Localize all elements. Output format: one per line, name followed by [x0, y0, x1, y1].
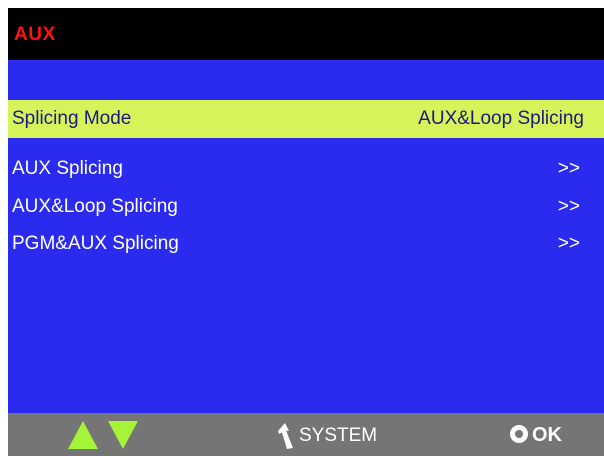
ok-circle-icon[interactable]	[510, 425, 528, 443]
menu-row-aux-loop-splicing[interactable]: AUX&Loop Splicing >>	[8, 188, 604, 226]
menu-row-label: Splicing Mode	[12, 108, 132, 129]
submenu-arrow-icon: >>	[557, 158, 580, 179]
submenu-arrow-icon: >>	[557, 233, 580, 254]
back-arrow-icon[interactable]	[276, 422, 296, 450]
page-title: AUX	[14, 24, 56, 45]
system-label[interactable]: SYSTEM	[299, 425, 377, 447]
menu-row-label: AUX&Loop Splicing	[12, 196, 178, 217]
submenu-arrow-icon: >>	[557, 196, 580, 217]
menu-row-value: AUX&Loop Splicing	[418, 108, 584, 129]
up-arrow-icon[interactable]	[68, 421, 98, 449]
footer-bar: SYSTEM OK	[8, 413, 604, 456]
ok-label[interactable]: OK	[532, 424, 562, 447]
menu-row-splicing-mode[interactable]: Splicing Mode AUX&Loop Splicing	[8, 100, 604, 138]
menu-row-label: PGM&AUX Splicing	[12, 233, 179, 254]
device-screen: AUX Splicing Mode AUX&Loop Splicing AUX …	[8, 8, 604, 456]
menu-row-aux-splicing[interactable]: AUX Splicing >>	[8, 150, 604, 188]
menu-row-pgm-aux-splicing[interactable]: PGM&AUX Splicing >>	[8, 225, 604, 263]
title-bar: AUX	[8, 8, 604, 60]
down-arrow-icon[interactable]	[108, 421, 138, 449]
menu-row-label: AUX Splicing	[12, 158, 123, 179]
